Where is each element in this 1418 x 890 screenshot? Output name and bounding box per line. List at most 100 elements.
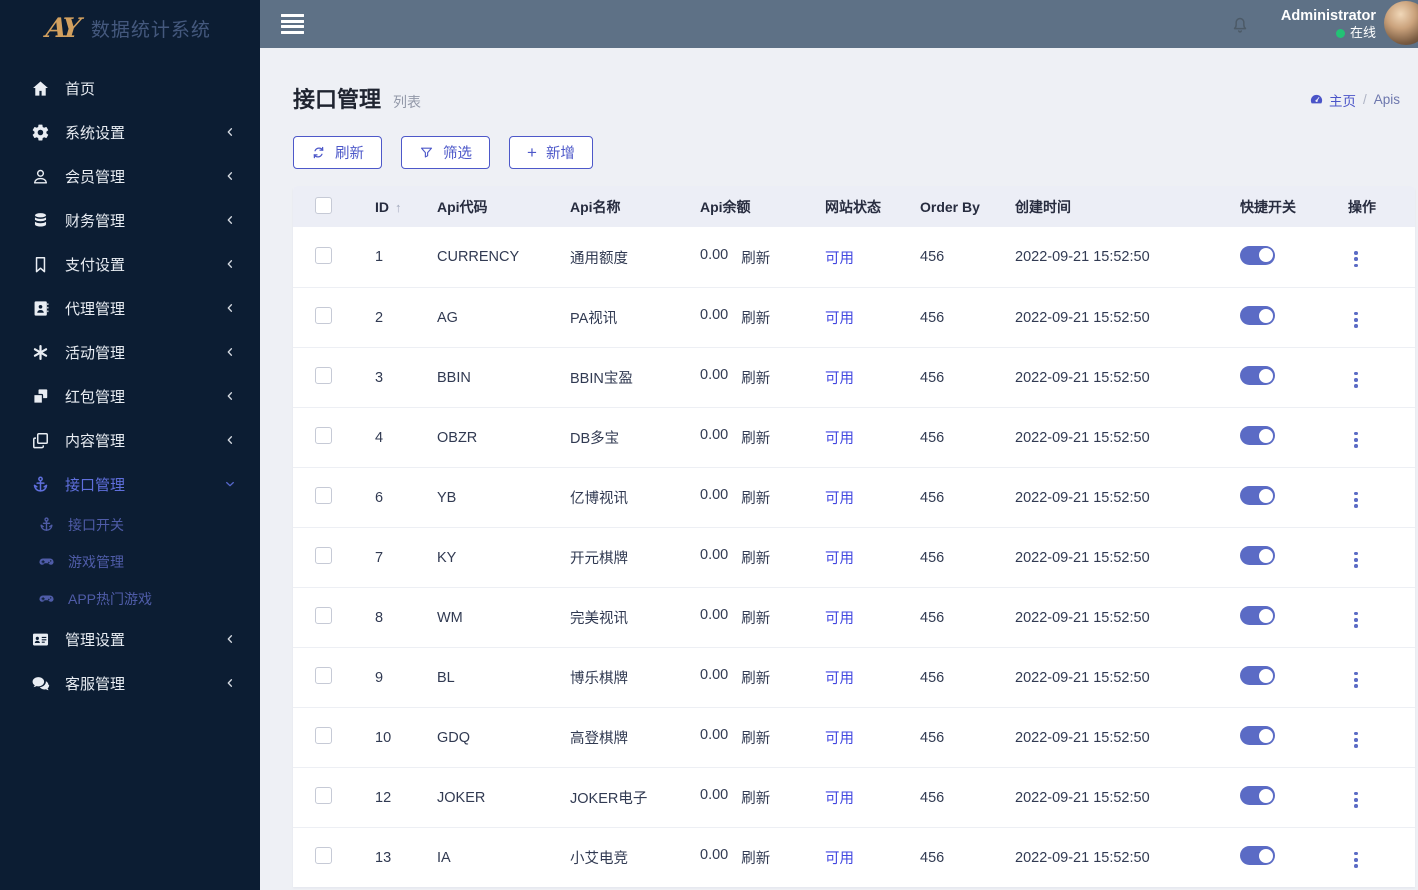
- balance-refresh-link[interactable]: 刷新: [741, 547, 770, 568]
- bell-icon[interactable]: [1229, 13, 1251, 35]
- balance-refresh-link[interactable]: 刷新: [741, 787, 770, 808]
- quick-switch-toggle[interactable]: [1240, 245, 1275, 265]
- quick-switch-toggle[interactable]: [1240, 606, 1275, 625]
- row-actions-menu-icon[interactable]: [1348, 488, 1364, 512]
- site-status-link[interactable]: 可用: [825, 311, 854, 327]
- row-checkbox[interactable]: [315, 547, 332, 564]
- row-checkbox[interactable]: [315, 727, 332, 744]
- breadcrumb: 主页 / Apis: [1309, 90, 1400, 110]
- add-button[interactable]: + 新增: [509, 136, 593, 169]
- site-status-link[interactable]: 可用: [825, 851, 854, 867]
- row-checkbox[interactable]: [315, 607, 332, 624]
- row-actions-menu-icon[interactable]: [1348, 428, 1364, 452]
- row-checkbox[interactable]: [315, 847, 332, 864]
- sidebar-item[interactable]: 代理管理: [0, 286, 260, 330]
- cell-id: 1: [375, 249, 384, 265]
- site-status-link[interactable]: 可用: [825, 731, 854, 747]
- cell-order-by: 456: [920, 249, 945, 265]
- balance-refresh-link[interactable]: 刷新: [741, 487, 770, 508]
- cell-balance: 0.00: [700, 847, 729, 863]
- sidebar-item[interactable]: 游戏管理: [0, 543, 260, 580]
- page-title: 接口管理: [293, 87, 382, 112]
- quick-switch-toggle[interactable]: [1240, 366, 1275, 385]
- chevron-left-icon: [224, 633, 236, 645]
- sidebar-item[interactable]: 内容管理: [0, 418, 260, 462]
- quick-switch-toggle[interactable]: [1240, 426, 1275, 445]
- avatar[interactable]: [1384, 1, 1418, 45]
- plus-icon: +: [527, 143, 537, 162]
- breadcrumb-home[interactable]: 主页: [1309, 90, 1356, 110]
- sidebar-item[interactable]: 首页: [0, 66, 260, 110]
- row-checkbox[interactable]: [315, 667, 332, 684]
- sidebar-item[interactable]: 系统设置: [0, 110, 260, 154]
- row-checkbox[interactable]: [315, 307, 332, 324]
- balance-refresh-link[interactable]: 刷新: [741, 667, 770, 688]
- sidebar-item[interactable]: 接口开关: [0, 506, 260, 543]
- row-actions-menu-icon[interactable]: [1348, 548, 1364, 572]
- cell-created-at: 2022-09-21 15:52:50: [1015, 429, 1150, 446]
- sidebar-item[interactable]: 会员管理: [0, 154, 260, 198]
- row-checkbox[interactable]: [315, 427, 332, 444]
- sidebar-item[interactable]: 接口管理: [0, 462, 260, 506]
- row-actions-menu-icon[interactable]: [1348, 788, 1364, 812]
- sidebar-item[interactable]: 支付设置: [0, 242, 260, 286]
- cell-api-name: 高登棋牌: [570, 731, 628, 747]
- sidebar-item[interactable]: 红包管理: [0, 374, 260, 418]
- cell-api-name: DB多宝: [570, 431, 620, 447]
- hamburger-icon[interactable]: [281, 13, 304, 35]
- sidebar-item[interactable]: 客服管理: [0, 661, 260, 705]
- table-row: 6 YB 亿博视讯 0.00 刷新 可用 456 2022-09-21 15:5…: [293, 467, 1415, 527]
- site-status-link[interactable]: 可用: [825, 611, 854, 627]
- site-status-link[interactable]: 可用: [825, 491, 854, 507]
- balance-refresh-link[interactable]: 刷新: [741, 367, 770, 388]
- balance-refresh-link[interactable]: 刷新: [741, 247, 770, 268]
- quick-switch-toggle[interactable]: [1240, 306, 1275, 325]
- cell-order-by: 456: [920, 669, 945, 686]
- quick-switch-toggle[interactable]: [1240, 666, 1275, 685]
- site-status-link[interactable]: 可用: [825, 791, 854, 807]
- row-actions-menu-icon[interactable]: [1348, 308, 1364, 332]
- quick-switch-toggle[interactable]: [1240, 846, 1275, 865]
- refresh-button[interactable]: 刷新: [293, 136, 382, 169]
- site-status-link[interactable]: 可用: [825, 371, 854, 387]
- site-status-link[interactable]: 可用: [825, 431, 854, 447]
- quick-switch-toggle[interactable]: [1240, 546, 1275, 565]
- quick-switch-toggle[interactable]: [1240, 786, 1275, 805]
- balance-refresh-link[interactable]: 刷新: [741, 607, 770, 628]
- sidebar-item[interactable]: 活动管理: [0, 330, 260, 374]
- user-info[interactable]: Administrator 在线: [1281, 7, 1376, 41]
- balance-refresh-link[interactable]: 刷新: [741, 727, 770, 748]
- sidebar-item[interactable]: 财务管理: [0, 198, 260, 242]
- table-body: 1 CURRENCY 通用额度 0.00 刷新 可用 456 2022-09-2…: [293, 227, 1415, 887]
- quick-switch-toggle[interactable]: [1240, 486, 1275, 505]
- row-actions-menu-icon[interactable]: [1348, 608, 1364, 632]
- row-checkbox[interactable]: [315, 787, 332, 804]
- sidebar-item[interactable]: 管理设置: [0, 617, 260, 661]
- balance-refresh-link[interactable]: 刷新: [741, 307, 770, 328]
- brand[interactable]: AY 数据统计系统: [0, 0, 260, 56]
- site-status-link[interactable]: 可用: [825, 251, 854, 267]
- row-actions-menu-icon[interactable]: [1348, 247, 1364, 271]
- row-actions-menu-icon[interactable]: [1348, 668, 1364, 692]
- site-status-link[interactable]: 可用: [825, 671, 854, 687]
- filter-button[interactable]: 筛选: [401, 136, 490, 169]
- site-status-link[interactable]: 可用: [825, 551, 854, 567]
- sidebar-item[interactable]: APP热门游戏: [0, 580, 260, 617]
- cell-api-code: AG: [437, 309, 458, 326]
- cell-balance: 0.00: [700, 787, 729, 803]
- row-actions-menu-icon[interactable]: [1348, 728, 1364, 752]
- header-quick-switch: 快捷开关: [1240, 198, 1296, 215]
- table-row: 7 KY 开元棋牌 0.00 刷新 可用 456 2022-09-21 15:5…: [293, 527, 1415, 587]
- quick-switch-toggle[interactable]: [1240, 726, 1275, 745]
- cell-api-code: GDQ: [437, 729, 471, 746]
- balance-refresh-link[interactable]: 刷新: [741, 847, 770, 868]
- row-actions-menu-icon[interactable]: [1348, 368, 1364, 392]
- balance-refresh-link[interactable]: 刷新: [741, 427, 770, 448]
- row-checkbox[interactable]: [315, 487, 332, 504]
- row-checkbox[interactable]: [315, 367, 332, 384]
- gamepad-icon: [38, 553, 55, 570]
- row-checkbox[interactable]: [315, 246, 332, 264]
- row-actions-menu-icon[interactable]: [1348, 848, 1364, 872]
- select-all-checkbox[interactable]: [315, 196, 332, 214]
- header-id[interactable]: ID ↑: [363, 199, 425, 215]
